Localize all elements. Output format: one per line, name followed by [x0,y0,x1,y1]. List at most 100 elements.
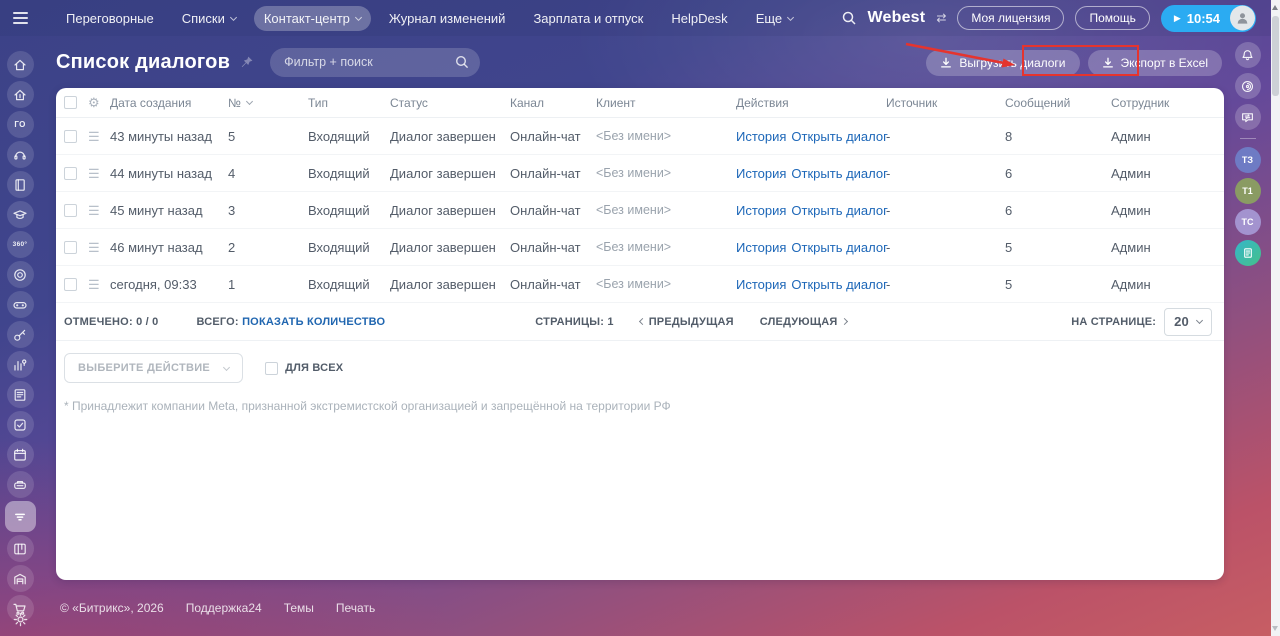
chat-avatar-t3[interactable]: ТЗ [1235,147,1261,173]
row-menu-icon[interactable]: ☰ [88,278,110,291]
copilot-button[interactable] [1235,73,1261,99]
sidebar-item-support[interactable] [7,141,34,168]
next-page-button[interactable]: СЛЕДУЮЩАЯ [760,316,847,328]
menu-item-meeting-rooms[interactable]: Переговорные [56,6,164,31]
sidebar-settings[interactable] [0,611,40,628]
col-client[interactable]: Клиент [596,96,736,110]
chat-avatar-tc[interactable]: ТС [1235,209,1261,235]
select-all-checkbox[interactable] [64,96,77,109]
sidebar-item-dialog-filter[interactable] [5,501,36,532]
menu-item-lists[interactable]: Списки [172,6,246,31]
for-all-checkbox[interactable] [265,362,278,375]
search-icon[interactable] [454,54,470,70]
sidebar-item-printer[interactable] [7,471,34,498]
open-dialog-link[interactable]: Открыть диалог [791,166,887,181]
menu-item-contact-center[interactable]: Контакт-центр [254,6,371,31]
history-link[interactable]: История [736,166,786,181]
per-page-select[interactable]: 20 [1164,308,1212,336]
sidebar-item-target[interactable] [7,261,34,288]
search-icon[interactable] [841,10,857,26]
export-excel-button[interactable]: Экспорт в Excel [1088,50,1222,76]
sidebar-item-news[interactable] [7,381,34,408]
col-date[interactable]: Дата создания [110,96,228,110]
sidebar-item-knowledge-base[interactable] [7,171,34,198]
row-checkbox[interactable] [64,204,77,217]
tasks-icon [12,417,28,433]
sidebar-item-live-feed[interactable] [7,81,34,108]
row-checkbox[interactable] [64,130,77,143]
menu-item-more[interactable]: Еще [746,6,803,31]
row-menu-icon[interactable]: ☰ [88,204,110,217]
open-dialog-link[interactable]: Открыть диалог [791,203,887,218]
history-link[interactable]: История [736,203,786,218]
notifications-button[interactable] [1235,42,1261,68]
prev-page-button[interactable]: ПРЕДЫДУЩАЯ [640,316,734,328]
col-source[interactable]: Источник [886,96,1005,110]
scrollbar-thumb[interactable] [1272,16,1279,96]
open-dialog-link[interactable]: Открыть диалог [791,129,887,144]
row-checkbox[interactable] [64,278,77,291]
my-license-button[interactable]: Моя лицензия [957,6,1064,30]
chevron-down-icon [1196,317,1203,324]
sidebar-item-360[interactable]: 360° [7,231,34,258]
sidebar-item-calendar[interactable] [7,441,34,468]
row-menu-icon[interactable]: ☰ [88,241,110,254]
sidebar-item-go[interactable]: ГО [7,111,34,138]
footer-link-print[interactable]: Печать [336,601,375,615]
pin-icon[interactable] [240,55,254,69]
help-button[interactable]: Помощь [1075,6,1149,30]
user-avatar[interactable] [1230,6,1255,31]
sidebar-item-education[interactable] [7,201,34,228]
scroll-down-icon[interactable] [1272,626,1278,631]
menu-item-changelog[interactable]: Журнал изменений [379,6,516,31]
col-messages[interactable]: Сообщений [1005,96,1111,110]
filter-search-input[interactable] [270,55,480,69]
swap-icon[interactable]: ⇄ [936,11,946,25]
select-action-dropdown[interactable]: ВЫБЕРИТЕ ДЕЙСТВИЕ [64,353,243,383]
col-number[interactable]: № [228,96,308,110]
col-actions[interactable]: Действия [736,96,886,110]
open-dialog-link[interactable]: Открыть диалог [791,240,887,255]
history-link[interactable]: История [736,129,786,144]
upload-dialogs-button[interactable]: Выгрузить диалоги [926,50,1079,76]
sidebar-item-projects[interactable] [7,535,34,562]
menu-item-helpdesk[interactable]: HelpDesk [661,6,737,31]
portal-name[interactable]: Webest [868,9,926,27]
market-doc-icon [1241,246,1255,260]
col-status[interactable]: Статус [390,96,510,110]
footer-link-themes[interactable]: Темы [284,601,314,615]
sidebar-item-storage[interactable] [7,565,34,592]
chat-avatar-t1[interactable]: Т1 [1235,178,1261,204]
history-link[interactable]: История [736,240,786,255]
dialog-row[interactable]: ☰ 44 минуты назад 4 Входящий Диалог заве… [56,155,1224,192]
show-count-link[interactable]: ПОКАЗАТЬ КОЛИЧЕСТВО [242,316,385,328]
footer-link-support[interactable]: Поддержка24 [186,601,262,615]
history-link[interactable]: История [736,277,786,292]
menu-item-salary-vacation[interactable]: Зарплата и отпуск [523,6,653,31]
col-channel[interactable]: Канал [510,96,596,110]
sidebar-item-analytics[interactable] [7,351,34,378]
chat-sync-button[interactable] [1235,104,1261,130]
main-menu-icon[interactable] [0,12,40,24]
dialog-row[interactable]: ☰ 43 минуты назад 5 Входящий Диалог заве… [56,118,1224,155]
sidebar-item-passwords[interactable] [7,321,34,348]
market-widget-button[interactable] [1235,240,1261,266]
sidebar-item-home[interactable] [7,51,34,78]
row-menu-icon[interactable]: ☰ [88,130,110,143]
dialog-row[interactable]: ☰ сегодня, 09:33 1 Входящий Диалог завер… [56,266,1224,303]
key-icon [12,327,28,343]
sidebar-item-gamification[interactable] [7,291,34,318]
grid-settings-icon[interactable]: ⚙ [88,96,110,109]
row-menu-icon[interactable]: ☰ [88,167,110,180]
work-timer-button[interactable]: ▶ 10:54 [1161,5,1256,32]
dialog-row[interactable]: ☰ 46 минут назад 2 Входящий Диалог завер… [56,229,1224,266]
page-scrollbar[interactable] [1271,0,1280,636]
row-checkbox[interactable] [64,167,77,180]
col-type[interactable]: Тип [308,96,390,110]
dialog-row[interactable]: ☰ 45 минут назад 3 Входящий Диалог завер… [56,192,1224,229]
scroll-up-icon[interactable] [1272,5,1278,10]
open-dialog-link[interactable]: Открыть диалог [791,277,887,292]
row-checkbox[interactable] [64,241,77,254]
sidebar-item-tasks[interactable] [7,411,34,438]
col-employee[interactable]: Сотрудник [1111,96,1224,110]
